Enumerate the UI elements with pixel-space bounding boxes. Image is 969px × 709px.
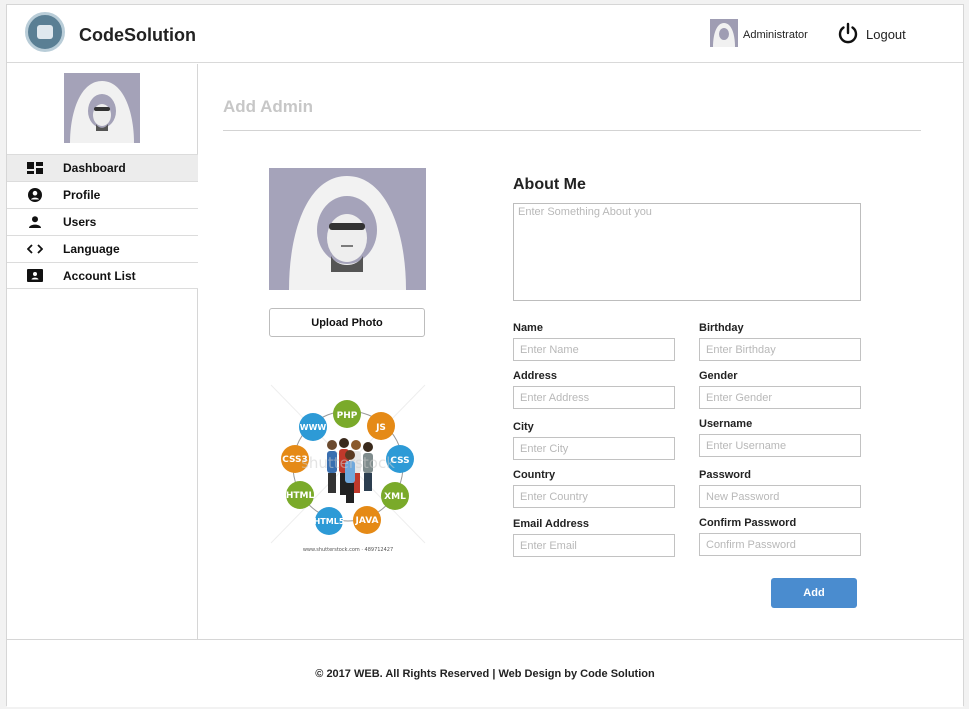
badge-php: PHP — [337, 411, 358, 421]
sidebar-menu: Dashboard Profile Users Language Account… — [7, 154, 198, 289]
address-label: Address — [513, 370, 558, 382]
sidebar-item-users[interactable]: Users — [7, 208, 198, 235]
sidebar-item-account-list[interactable]: Account List — [7, 262, 198, 289]
country-label: Country — [513, 469, 556, 481]
birthday-input[interactable] — [699, 338, 861, 361]
password-label: Password — [699, 469, 751, 481]
app-window: CodeSolution Administrator Logout Dashbo… — [6, 4, 964, 707]
sidebar-item-dashboard[interactable]: Dashboard — [7, 154, 198, 181]
footer-copyright: © 2017 WEB. All Rights Reserved | Web De… — [315, 668, 655, 680]
sidebar-item-language[interactable]: Language — [7, 235, 198, 262]
badge-www: WWW — [300, 423, 327, 432]
sidebar-item-label: Dashboard — [63, 161, 126, 175]
sidebar-item-profile[interactable]: Profile — [7, 181, 198, 208]
city-label: City — [513, 421, 534, 433]
email-field[interactable] — [513, 534, 675, 557]
user-icon — [7, 216, 63, 228]
sidebar-item-label: Account List — [63, 268, 136, 283]
username-input[interactable] — [699, 434, 861, 457]
logout-link[interactable]: Logout — [866, 27, 906, 42]
address-input[interactable] — [513, 386, 675, 409]
about-me-textarea[interactable] — [513, 203, 861, 301]
birthday-label: Birthday — [699, 322, 744, 334]
top-header: CodeSolution Administrator Logout — [7, 5, 963, 63]
brand-name[interactable]: CodeSolution — [79, 25, 196, 46]
username-label: Username — [699, 418, 753, 430]
watermark-text: shutterstock — [301, 454, 395, 472]
admin-avatar[interactable] — [710, 19, 738, 47]
badge-html: HTML — [286, 491, 315, 501]
sidebar-item-label: Language — [63, 242, 120, 256]
add-admin-button[interactable]: Add — [771, 578, 857, 608]
stock-caption: www.shutterstock.com · 489712427 — [303, 547, 393, 553]
title-divider — [223, 130, 921, 131]
dashboard-icon — [7, 162, 63, 174]
city-input[interactable] — [513, 437, 675, 460]
badge-js: JS — [375, 423, 386, 433]
codesolution-logo[interactable] — [25, 12, 65, 52]
sidebar-avatar — [64, 73, 140, 143]
password-input[interactable] — [699, 485, 861, 508]
gender-label: Gender — [699, 370, 738, 382]
badge-java: JAVA — [354, 516, 378, 526]
gender-input[interactable] — [699, 386, 861, 409]
profile-icon — [7, 188, 63, 202]
upload-photo-button[interactable]: Upload Photo — [269, 308, 425, 337]
email-label: Email Address — [513, 518, 590, 530]
name-input[interactable] — [513, 338, 675, 361]
footer: © 2017 WEB. All Rights Reserved | Web De… — [7, 639, 963, 707]
name-label: Name — [513, 322, 543, 334]
skills-illustration: PHP JS CSS XML JAVA HTML5 HTML CSS3 WWW … — [270, 384, 426, 553]
profile-photo — [269, 168, 426, 290]
code-icon — [7, 244, 63, 254]
power-icon[interactable] — [837, 22, 859, 44]
admin-username[interactable]: Administrator — [743, 29, 808, 41]
badge-html5: HTML5 — [314, 517, 345, 526]
sidebar-item-label: Users — [63, 215, 97, 229]
sidebar: Dashboard Profile Users Language Account… — [7, 64, 198, 639]
account-card-icon — [7, 269, 63, 282]
country-input[interactable] — [513, 485, 675, 508]
confirm-password-label: Confirm Password — [699, 517, 797, 529]
confirm-password-input[interactable] — [699, 533, 861, 556]
developer-skills-image: PHP JS CSS XML JAVA HTML5 HTML CSS3 WWW … — [269, 383, 427, 553]
page-title: Add Admin — [223, 97, 314, 116]
about-me-heading: About Me — [513, 176, 586, 193]
sidebar-item-label: Profile — [63, 188, 101, 202]
badge-xml: XML — [384, 492, 406, 502]
